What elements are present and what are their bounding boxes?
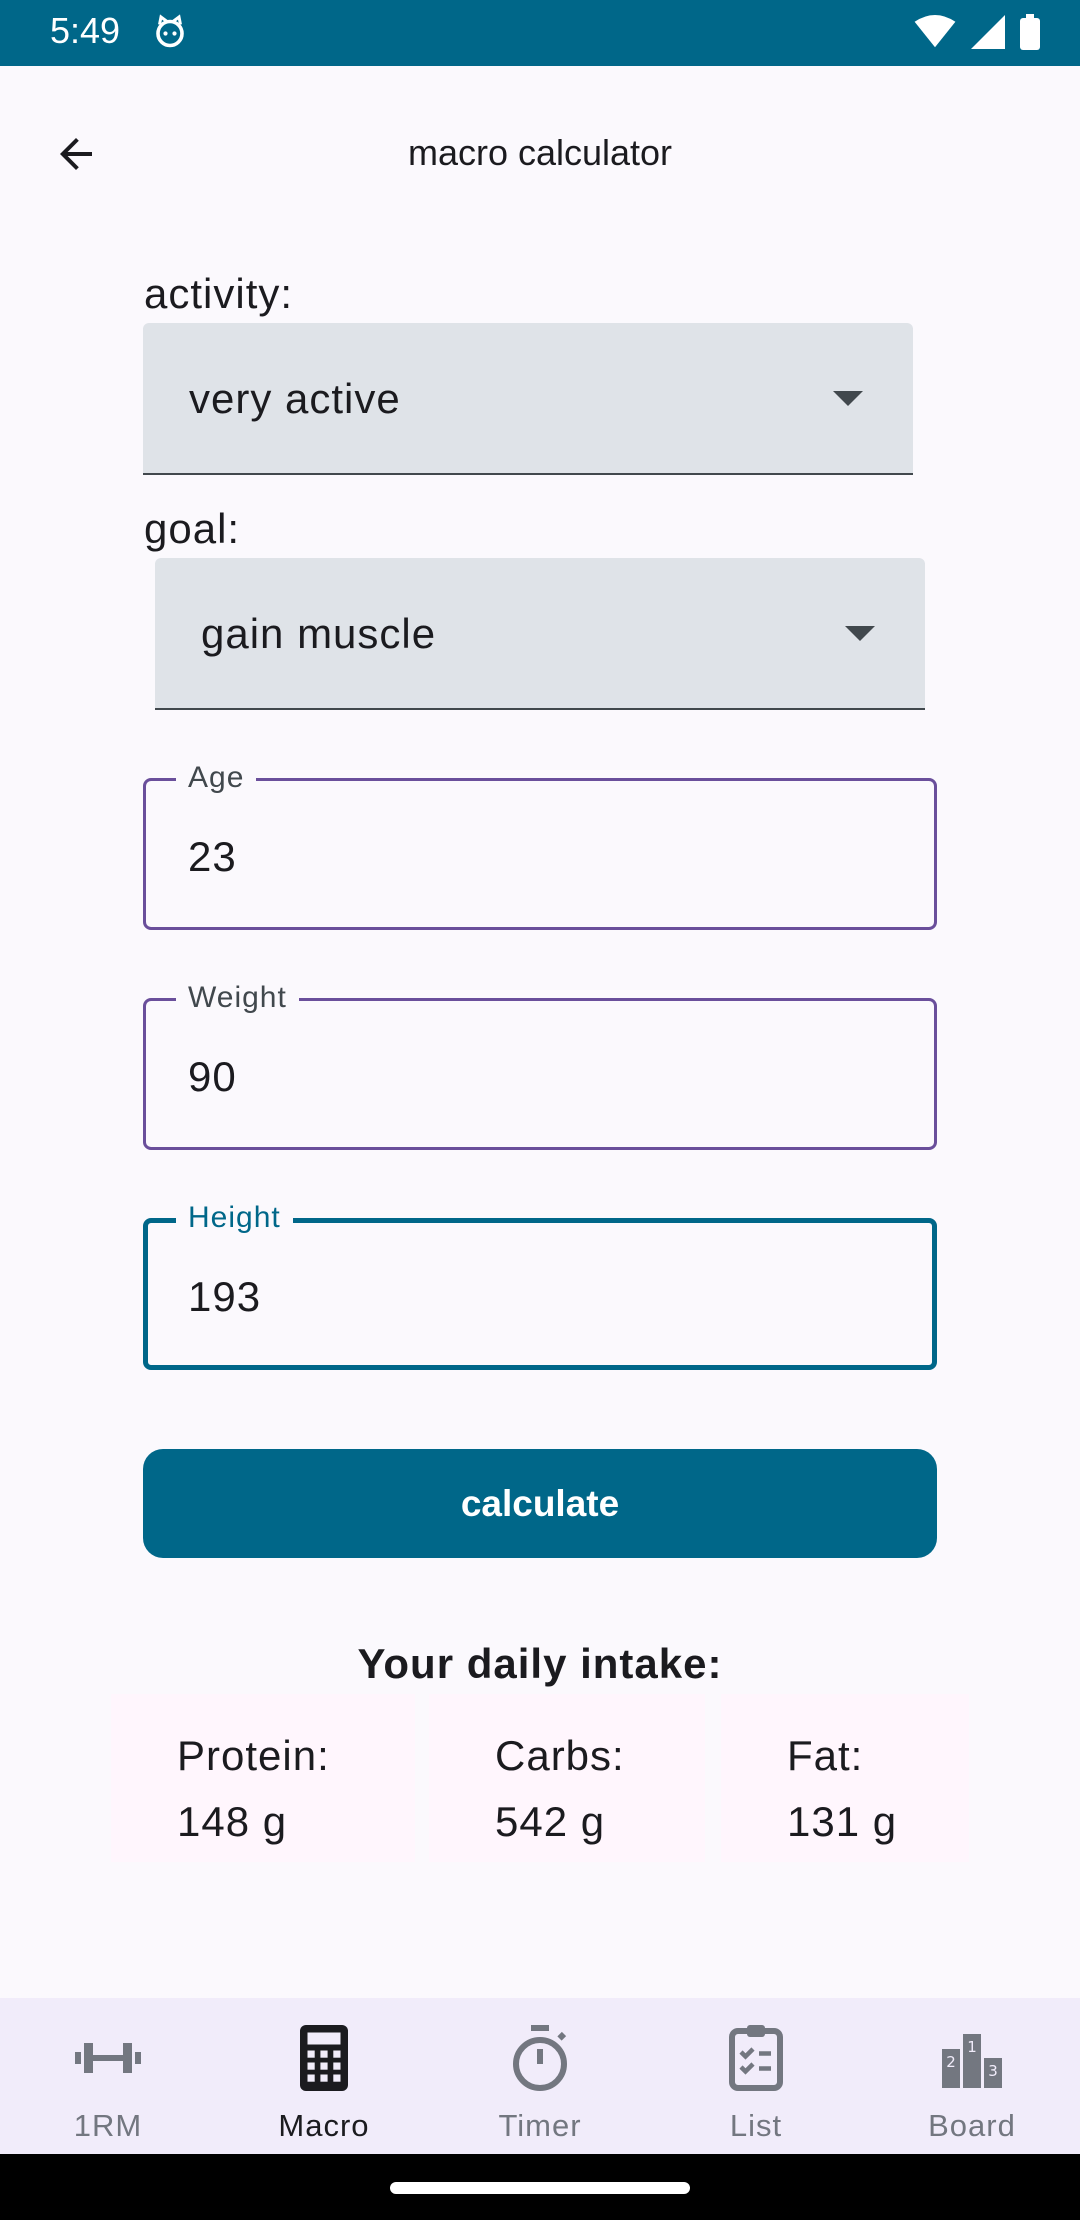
carbs-label: Carbs: [495, 1732, 625, 1779]
app-bar: macro calculator [0, 66, 1080, 242]
page-title: macro calculator [407, 132, 673, 173]
calculate-button[interactable]: calculate [143, 1449, 937, 1558]
carbs-value: 542 g [495, 1798, 606, 1845]
gesture-navigation-bar [0, 2154, 1080, 2220]
nav-item-macro[interactable]: Macro [216, 1998, 432, 2154]
chevron-down-icon [833, 391, 863, 406]
nav-item-board[interactable]: 2 1 3 Board [864, 1998, 1080, 2154]
protein-value: 148 g [177, 1798, 288, 1845]
protein-label: Protein: [177, 1732, 330, 1779]
goal-dropdown[interactable]: gain muscle [155, 558, 925, 710]
chevron-down-icon [845, 626, 875, 641]
nav-label-timer: Timer [498, 2108, 582, 2143]
notification-cat-icon [156, 14, 184, 48]
age-field[interactable]: Age 23 [143, 761, 937, 930]
nav-item-timer[interactable]: Timer [432, 1998, 648, 2154]
stopwatch-icon [513, 2025, 567, 2091]
daily-intake-title: Your daily intake: [357, 1640, 723, 1687]
svg-text:3: 3 [988, 2062, 998, 2080]
nav-label-1rm: 1RM [73, 2108, 143, 2143]
carbs-card: Carbs: 542 g [429, 1694, 705, 1862]
age-field-label: Age [176, 761, 257, 795]
height-field-label: Height [176, 1201, 293, 1235]
age-field-value: 23 [188, 833, 237, 880]
activity-selected-value: very active [189, 375, 401, 422]
goal-selected-value: gain muscle [201, 610, 437, 657]
cellular-signal-icon [971, 15, 1005, 49]
checklist-icon [729, 2025, 783, 2091]
leaderboard-icon: 2 1 3 [942, 2034, 1002, 2088]
status-time: 5:49 [50, 10, 121, 51]
bottom-navigation: 1RM Macro Timer List 2 1 3 Board [0, 1998, 1080, 2154]
nav-label-list: List [729, 2108, 783, 2143]
fat-value: 131 g [787, 1798, 898, 1845]
nav-label-macro: Macro [278, 2108, 370, 2143]
height-field-value: 193 [188, 1273, 262, 1320]
height-field[interactable]: Height 193 [143, 1201, 937, 1370]
protein-card: Protein: 148 g [111, 1694, 415, 1862]
nav-item-list[interactable]: List [648, 1998, 864, 2154]
goal-label: goal: [144, 505, 241, 552]
fat-card: Fat: 131 g [721, 1694, 969, 1862]
home-handle[interactable] [390, 2182, 690, 2194]
svg-text:1: 1 [967, 2038, 977, 2056]
nav-item-1rm[interactable]: 1RM [0, 1998, 216, 2154]
status-bar: 5:49 [0, 0, 1080, 66]
weight-field-value: 90 [188, 1053, 237, 1100]
screen: 5:49 macro calculator activity: very act… [0, 0, 1080, 2220]
dumbbell-icon [75, 2043, 141, 2073]
calculator-icon [300, 2025, 348, 2091]
activity-dropdown[interactable]: very active [143, 323, 913, 475]
battery-icon [1020, 14, 1040, 50]
activity-label: activity: [144, 270, 294, 317]
weight-field-label: Weight [176, 981, 299, 1015]
wifi-icon [914, 15, 956, 48]
nav-label-board: Board [928, 2108, 1016, 2143]
fat-label: Fat: [787, 1732, 864, 1779]
weight-field[interactable]: Weight 90 [143, 981, 937, 1150]
svg-text:2: 2 [946, 2053, 956, 2071]
